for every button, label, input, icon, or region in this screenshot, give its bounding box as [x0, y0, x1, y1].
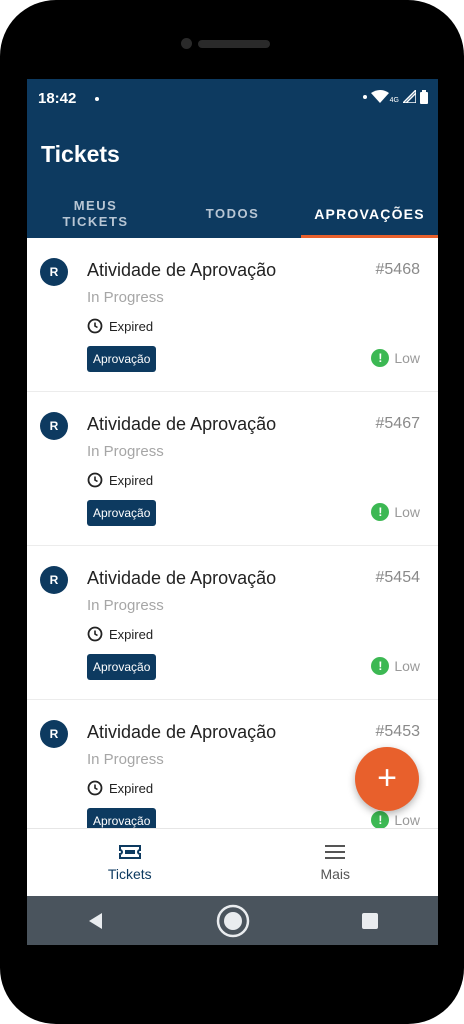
clock-icon — [87, 626, 103, 642]
priority-alert-icon: ! — [371, 657, 390, 675]
ticket-expired: Expired — [87, 318, 153, 334]
ticket-expired: Expired — [87, 472, 153, 488]
status-time: 18:42 — [38, 90, 77, 107]
home-circle-icon — [216, 904, 249, 937]
category-tag: Aprovação — [87, 654, 157, 680]
notification-dot-icon — [362, 94, 367, 99]
expired-label: Expired — [109, 318, 154, 334]
tab-bar: MEUS TICKETS TODOS APROVAÇÕES — [27, 190, 438, 238]
priority-alert-icon: ! — [371, 503, 390, 521]
add-ticket-button[interactable]: + — [355, 747, 419, 811]
network-type-label: 4G — [389, 97, 399, 104]
status-icons: 4G — [362, 89, 428, 104]
ticket-title: Atividade de Aprovação — [87, 414, 277, 434]
avatar: R — [40, 258, 68, 286]
tab-aprovacoes[interactable]: APROVAÇÕES — [301, 190, 438, 238]
category-tag: Aprovação — [87, 346, 157, 372]
ticket-id: #5468 — [375, 261, 421, 278]
ticket-expired: Expired — [87, 780, 153, 796]
ticket-list: R Atividade de Aprovação #5468 In Progre… — [27, 238, 438, 828]
notification-dot-icon — [95, 97, 99, 101]
back-triangle-icon — [88, 912, 102, 929]
recents-square-icon — [361, 912, 378, 929]
expired-label: Expired — [109, 780, 154, 796]
ticket-status: In Progress — [87, 751, 164, 768]
wifi-icon — [370, 89, 389, 103]
priority-indicator: ! Low — [371, 349, 420, 367]
ticket-id: #5453 — [375, 723, 421, 740]
avatar: R — [40, 412, 68, 440]
speaker-grill — [198, 40, 270, 48]
ticket-title: Atividade de Aprovação — [87, 722, 277, 742]
ticket-title: Atividade de Aprovação — [87, 568, 277, 588]
cell-signal-icon — [403, 90, 416, 103]
ticket-icon — [118, 844, 141, 859]
menu-icon — [325, 844, 346, 859]
expired-label: Expired — [109, 472, 154, 488]
priority-label: Low — [394, 350, 420, 366]
tab-meus-tickets[interactable]: MEUS TICKETS — [27, 190, 164, 238]
avatar: R — [40, 720, 68, 748]
status-bar: 18:42 4G — [27, 79, 438, 117]
phone-frame: 18:42 4G Tickets MEUS TICKETS TODOS APRO… — [0, 0, 464, 1024]
system-nav-bar — [27, 896, 438, 945]
back-button[interactable] — [66, 896, 126, 945]
tab-label: APROVAÇÕES — [314, 206, 425, 222]
priority-label: Low — [394, 658, 420, 674]
clock-icon — [87, 780, 103, 796]
tab-label: TODOS — [205, 206, 260, 221]
nav-label: Mais — [320, 865, 351, 882]
ticket-status: In Progress — [87, 289, 164, 306]
avatar: R — [40, 566, 68, 594]
nav-item-tickets[interactable]: Tickets — [27, 829, 233, 896]
tab-label: MEUS TICKETS — [62, 198, 129, 229]
recents-button[interactable] — [340, 896, 400, 945]
ticket-id: #5454 — [375, 569, 421, 586]
ticket-card[interactable]: R Atividade de Aprovação #5454 In Progre… — [27, 546, 438, 700]
ticket-title: Atividade de Aprovação — [87, 260, 277, 280]
priority-indicator: ! Low — [371, 657, 420, 675]
tab-todos[interactable]: TODOS — [164, 190, 301, 238]
front-camera — [181, 38, 192, 49]
page-title: Tickets — [41, 141, 120, 167]
priority-indicator: ! Low — [371, 811, 420, 828]
home-button[interactable] — [203, 896, 263, 945]
ticket-expired: Expired — [87, 626, 153, 642]
clock-icon — [87, 318, 103, 334]
battery-icon — [420, 89, 428, 104]
expired-label: Expired — [109, 626, 154, 642]
category-tag: Aprovação — [87, 808, 157, 828]
bottom-nav: Tickets Mais — [27, 828, 438, 896]
ticket-status: In Progress — [87, 443, 164, 460]
clock-icon — [87, 472, 103, 488]
priority-alert-icon: ! — [371, 349, 390, 367]
app-bar: Tickets MEUS TICKETS TODOS APROVAÇÕES — [27, 117, 438, 238]
nav-label: Tickets — [107, 865, 152, 882]
category-tag: Aprovação — [87, 500, 157, 526]
priority-alert-icon: ! — [371, 811, 390, 828]
nav-item-mais[interactable]: Mais — [233, 829, 439, 896]
ticket-id: #5467 — [375, 415, 421, 432]
ticket-card[interactable]: R Atividade de Aprovação #5467 In Progre… — [27, 392, 438, 546]
priority-label: Low — [394, 812, 420, 828]
screen: 18:42 4G Tickets MEUS TICKETS TODOS APRO… — [27, 79, 438, 945]
ticket-status: In Progress — [87, 597, 164, 614]
ticket-card[interactable]: R Atividade de Aprovação #5468 In Progre… — [27, 238, 438, 392]
priority-indicator: ! Low — [371, 503, 420, 521]
priority-label: Low — [394, 504, 420, 520]
